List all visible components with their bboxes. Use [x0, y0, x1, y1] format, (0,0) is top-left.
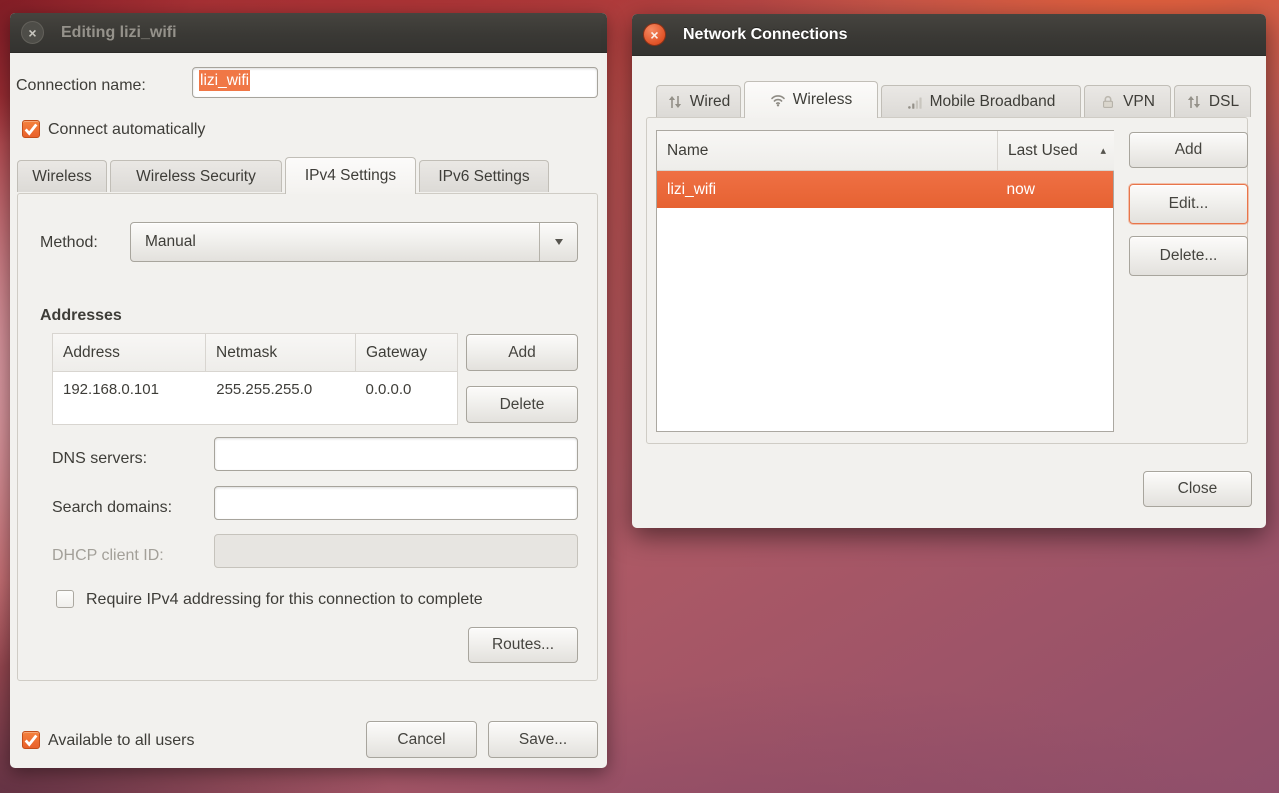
add-address-button[interactable]: Add — [466, 334, 578, 371]
tab-label: Mobile Broadband — [930, 93, 1056, 111]
require-ipv4-label: Require IPv4 addressing for this connect… — [86, 591, 483, 609]
network-connections-window: × Network Connections Wired Wireless — [632, 14, 1266, 528]
available-to-all-users-label: Available to all users — [48, 732, 194, 750]
close-icon: × — [28, 26, 36, 40]
wireless-wifi-icon — [770, 92, 786, 108]
tab-label: Wireless — [793, 91, 852, 109]
connection-last-used-cell: now — [996, 181, 1113, 199]
dns-servers-input[interactable] — [214, 437, 578, 471]
address-table-header: Address Netmask Gateway — [52, 333, 458, 372]
connection-name-input[interactable]: lizi_wifi — [192, 67, 598, 98]
cell-gateway[interactable]: 0.0.0.0 — [355, 372, 457, 424]
connection-name-label: Connection name: — [16, 77, 146, 95]
require-ipv4-checkbox[interactable] — [56, 590, 74, 608]
desktop: { "colors": { "accent_orange": "#F07746"… — [0, 0, 1279, 793]
available-to-all-users-checkbox[interactable] — [22, 731, 40, 749]
connections-list[interactable]: Name Last Used ▴ lizi_wifi now — [656, 130, 1114, 432]
connect-automatically-label: Connect automatically — [48, 121, 205, 139]
dsl-updown-icon — [1186, 94, 1202, 110]
save-button[interactable]: Save... — [488, 721, 598, 758]
tab-wireless[interactable]: Wireless — [17, 160, 107, 192]
tab-label: IPv6 Settings — [438, 168, 529, 186]
address-table-body[interactable]: 192.168.0.101 255.255.255.0 0.0.0.0 — [52, 372, 458, 425]
cell-netmask[interactable]: 255.255.255.0 — [206, 372, 355, 424]
connection-name-selected-text: lizi_wifi — [199, 70, 250, 91]
connection-row-lizi-wifi[interactable]: lizi_wifi now — [657, 171, 1113, 208]
window-title: Network Connections — [683, 26, 847, 44]
tab-vpn[interactable]: VPN — [1084, 85, 1171, 117]
tab-dsl[interactable]: DSL — [1174, 85, 1251, 117]
add-connection-button[interactable]: Add — [1129, 132, 1248, 168]
connections-list-header: Name Last Used ▴ — [657, 131, 1114, 171]
edit-window-titlebar[interactable]: × Editing lizi_wifi — [10, 13, 607, 53]
delete-connection-button[interactable]: Delete... — [1129, 236, 1248, 276]
close-window-button[interactable]: × — [643, 23, 666, 46]
close-icon: × — [650, 28, 658, 42]
tab-ipv4-settings[interactable]: IPv4 Settings — [285, 157, 416, 194]
column-header-last-used[interactable]: Last Used ▴ — [997, 131, 1114, 171]
tab-wireless-security[interactable]: Wireless Security — [110, 160, 282, 192]
search-domains-label: Search domains: — [52, 499, 172, 517]
tab-label: Wireless — [32, 168, 91, 186]
tab-wireless[interactable]: Wireless — [744, 81, 878, 118]
connection-name-cell: lizi_wifi — [657, 181, 996, 199]
checkmark-icon — [23, 732, 39, 748]
edit-connection-window: × Editing lizi_wifi Connection name: liz… — [10, 13, 607, 768]
dns-servers-label: DNS servers: — [52, 450, 147, 468]
method-label: Method: — [40, 234, 98, 252]
dropdown-arrow-icon — [555, 239, 563, 245]
sort-ascending-icon: ▴ — [1100, 144, 1106, 157]
search-domains-input[interactable] — [214, 486, 578, 520]
tab-label: VPN — [1123, 93, 1155, 111]
tab-label: DSL — [1209, 93, 1239, 111]
tab-wired[interactable]: Wired — [656, 85, 741, 117]
vpn-lock-icon — [1100, 94, 1116, 110]
mobile-signal-icon — [907, 94, 923, 110]
close-window-button[interactable]: × — [21, 21, 44, 44]
delete-address-button[interactable]: Delete — [466, 386, 578, 423]
tab-label: Wireless Security — [136, 168, 256, 186]
column-header-address[interactable]: Address — [52, 333, 206, 372]
wired-updown-icon — [667, 94, 683, 110]
method-dropdown[interactable]: Manual — [130, 222, 578, 262]
column-header-gateway[interactable]: Gateway — [355, 333, 458, 372]
checkmark-icon — [23, 121, 39, 137]
routes-button[interactable]: Routes... — [468, 627, 578, 663]
column-header-netmask[interactable]: Netmask — [205, 333, 356, 372]
cancel-button[interactable]: Cancel — [366, 721, 477, 758]
network-connections-titlebar[interactable]: × Network Connections — [632, 14, 1266, 56]
edit-connection-button[interactable]: Edit... — [1129, 184, 1248, 224]
cell-address[interactable]: 192.168.0.101 — [53, 372, 206, 424]
tab-label: Wired — [690, 93, 730, 111]
connect-automatically-checkbox[interactable] — [22, 120, 40, 138]
tab-mobile-broadband[interactable]: Mobile Broadband — [881, 85, 1081, 117]
close-dialog-button[interactable]: Close — [1143, 471, 1252, 507]
dhcp-client-id-input — [214, 534, 578, 568]
column-header-name[interactable]: Name — [657, 131, 998, 171]
dropdown-arrow-zone — [539, 223, 577, 261]
method-value: Manual — [145, 233, 196, 251]
window-title: Editing lizi_wifi — [61, 24, 177, 42]
addresses-heading: Addresses — [40, 307, 122, 325]
tab-ipv6-settings[interactable]: IPv6 Settings — [419, 160, 549, 192]
dhcp-client-id-label: DHCP client ID: — [52, 547, 164, 565]
tab-label: IPv4 Settings — [305, 167, 396, 185]
